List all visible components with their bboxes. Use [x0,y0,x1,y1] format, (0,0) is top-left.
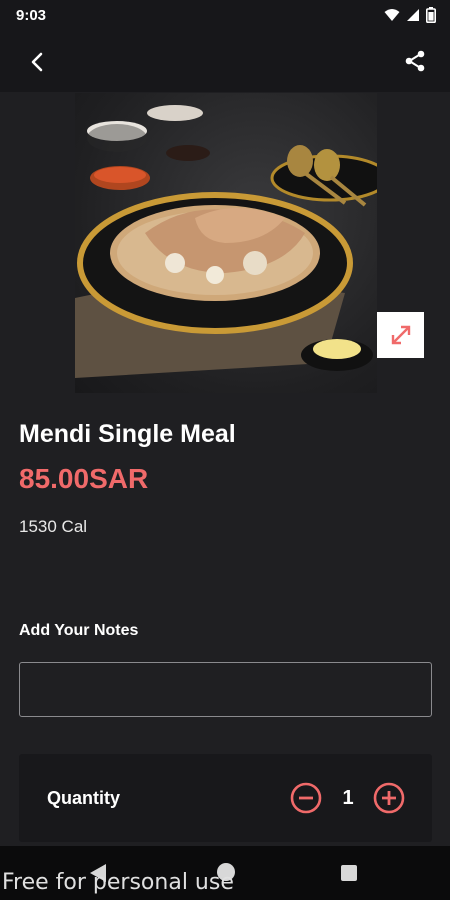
status-icons [384,7,436,23]
product-title: Mendi Single Meal [19,420,236,448]
status-bar: 9:03 [0,0,450,30]
expand-icon [391,325,410,345]
minus-circle-icon [290,782,322,814]
signal-icon [407,9,419,21]
increase-quantity-button[interactable] [373,782,405,814]
product-calories: 1530 Cal [19,517,88,536]
app-bar [0,30,450,92]
quantity-card: Quantity 1 [19,754,432,842]
share-button[interactable] [400,46,430,76]
product-image [75,93,377,393]
expand-image-button[interactable] [377,312,424,358]
back-button[interactable] [22,47,52,77]
watermark-text: Free for personal use [2,870,234,895]
decrease-quantity-button[interactable] [290,782,322,814]
product-price: 85.00SAR [19,463,149,494]
nav-recent-apps-icon[interactable] [340,864,358,882]
notes-label: Add Your Notes [19,622,139,639]
plus-circle-icon [373,782,405,814]
status-time: 9:03 [16,6,47,24]
wifi-icon [384,9,400,21]
share-icon [405,50,425,72]
notes-input[interactable] [19,662,432,717]
battery-icon [426,7,436,23]
back-arrow-icon [31,52,43,72]
quantity-label: Quantity [47,788,121,808]
quantity-value: 1 [342,787,354,809]
